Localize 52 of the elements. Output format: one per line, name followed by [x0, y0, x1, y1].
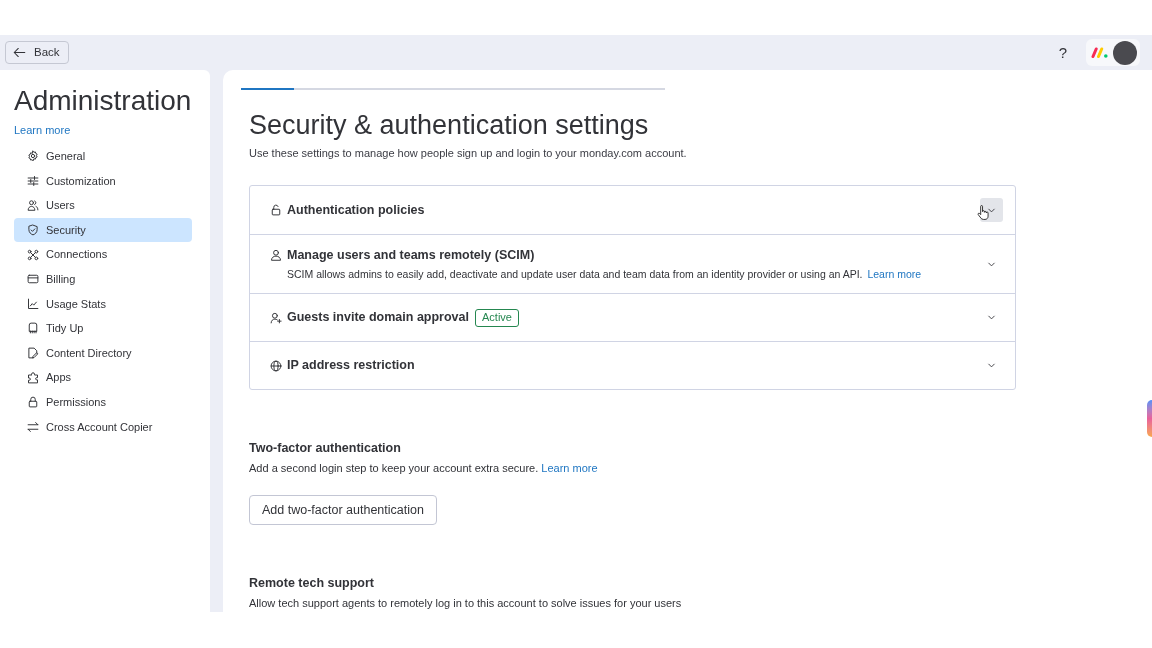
nodes-icon [27, 248, 39, 261]
section-description: Allow tech support agents to remotely log in to this account to solve issues for your users [249, 596, 682, 611]
sidebar-item[interactable]: Security [14, 217, 192, 243]
line-chart-icon [27, 297, 39, 310]
sidebar-item[interactable]: Users [14, 193, 192, 218]
logo-icon[interactable] [1091, 47, 1108, 58]
gradient-tab-icon[interactable] [1147, 400, 1152, 437]
sidebar-item[interactable]: Cross Account Copier [14, 414, 192, 440]
sidebar-item[interactable]: Permissions [14, 389, 192, 415]
sidebar-item[interactable]: Billing [14, 266, 192, 292]
section-heading: Two-factor authentication [249, 440, 401, 457]
sliders-icon [27, 174, 39, 187]
avatar[interactable] [1113, 40, 1137, 65]
page-subtitle: Use these settings to manage how people sign up and login to your monday.com account. [249, 146, 687, 161]
admin-title: Administration [14, 84, 192, 118]
policy-description: SCIM allows admins to easily add, deactivate and update user data and team data from an identity provider or using an API. Learn more [287, 267, 922, 282]
gear-icon [27, 150, 39, 163]
back-arrow-icon [13, 46, 26, 59]
section-heading: Remote tech support [249, 575, 374, 592]
sidebar-item[interactable]: General [14, 144, 192, 169]
sidebar-item[interactable]: Content Directory [14, 340, 192, 366]
sidebar-item[interactable]: Apps [14, 365, 192, 390]
person-plus-icon [270, 311, 282, 324]
hand-pointer-icon [977, 205, 989, 220]
person-icon [270, 249, 282, 261]
learn-more-link[interactable]: Learn more [541, 462, 598, 474]
sidebar-item[interactable]: Customization [14, 168, 192, 194]
section-description: Add a second login step to keep your account extra secure. Learn more [249, 461, 598, 476]
sidebar-item[interactable]: Tidy Up [14, 316, 192, 341]
page-title: Security & authentication settings [249, 109, 649, 142]
learn-more-link[interactable]: Learn more [14, 123, 71, 138]
card-icon [27, 273, 39, 286]
learn-more-link[interactable]: Learn more [867, 268, 922, 280]
globe-icon [270, 359, 282, 372]
policy-title: Guests invite domain approval [287, 309, 469, 327]
status-badge: Active [475, 308, 519, 327]
puzzle-icon [27, 371, 39, 384]
help-button[interactable]: ? [1053, 42, 1073, 63]
padlock-icon [27, 396, 39, 409]
doc-pencil-icon [27, 347, 39, 360]
policy-title: Manage users and teams remotely (SCIM) [287, 246, 535, 264]
people-icon [27, 199, 39, 212]
sidebar-item[interactable]: Connections [14, 242, 192, 267]
policy-title: IP address restriction [287, 357, 415, 375]
swap-arrows-icon [27, 420, 39, 433]
shield-icon [27, 224, 39, 237]
add-two-factor-button[interactable]: Add two-factor authentication [249, 495, 437, 525]
back-button[interactable]: Back [5, 41, 69, 64]
sidebar-item[interactable]: Usage Stats [14, 291, 192, 317]
brush-icon [27, 322, 39, 335]
policy-title: Authentication policies [287, 201, 425, 219]
open-padlock-icon [270, 204, 282, 216]
